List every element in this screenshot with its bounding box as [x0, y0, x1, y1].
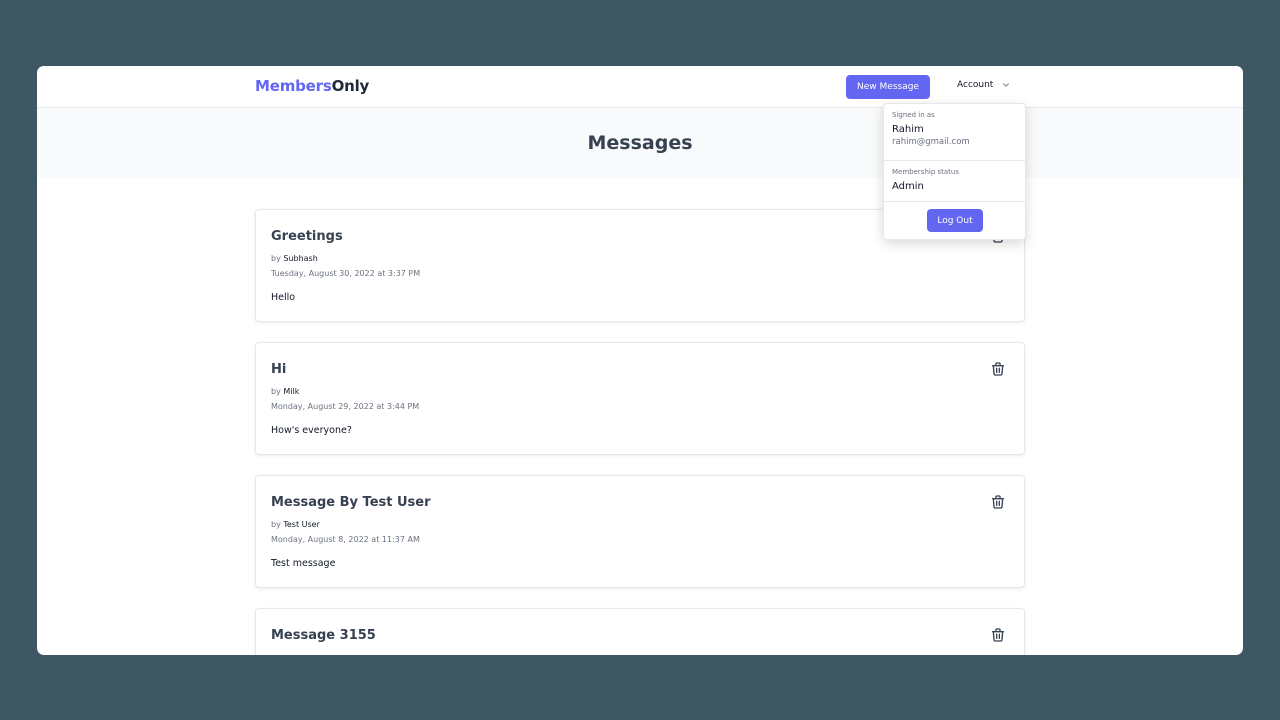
message-date: Tuesday, August 30, 2022 at 3:37 PM: [271, 269, 421, 278]
trash-icon[interactable]: [990, 494, 1006, 510]
message-title: Message By Test User: [271, 495, 431, 510]
logo-part-only: Only: [331, 77, 370, 95]
app-logo[interactable]: MembersOnly: [255, 77, 369, 95]
page-title: Messages: [587, 132, 693, 154]
membership-section: Membership status Admin: [884, 161, 1025, 202]
message-date: Monday, August 8, 2022 at 11:37 AM: [271, 535, 420, 544]
logo-part-members: Members: [255, 77, 332, 95]
message-date: Monday, August 29, 2022 at 3:44 PM: [271, 402, 420, 411]
message-author-line: by Subhash: [271, 254, 318, 263]
by-label: by: [271, 520, 281, 529]
chevron-down-icon: [1003, 83, 1010, 87]
message-card: Message By Test User by Test User Monday…: [255, 475, 1025, 588]
new-message-button[interactable]: New Message: [846, 75, 930, 99]
message-author-line: by Milk: [271, 387, 299, 396]
message-author: Subhash: [283, 254, 318, 263]
trash-icon[interactable]: [990, 361, 1006, 377]
trash-icon[interactable]: [990, 627, 1006, 643]
message-title: Hi: [271, 362, 287, 377]
page-header: Messages: [37, 108, 1243, 178]
signed-in-label: Signed in as: [892, 111, 935, 119]
logout-button[interactable]: Log Out: [927, 209, 983, 232]
message-body: Test message: [271, 558, 336, 569]
message-title: Message 3155: [271, 628, 376, 643]
by-label: by: [271, 387, 281, 396]
message-title: Greetings: [271, 229, 343, 244]
message-card: Hi by Milk Monday, August 29, 2022 at 3:…: [255, 342, 1025, 455]
account-dropdown: Signed in as Rahim rahim@gmail.com Membe…: [883, 103, 1026, 240]
message-author: Test User: [283, 520, 320, 529]
signed-in-section: Signed in as Rahim rahim@gmail.com: [884, 104, 1025, 161]
navbar: MembersOnly New Message Account: [37, 66, 1243, 108]
message-body: Hello: [271, 292, 296, 303]
user-name: Rahim: [892, 124, 924, 135]
account-label: Account: [957, 80, 994, 90]
user-email: rahim@gmail.com: [892, 137, 970, 147]
membership-status: Admin: [892, 181, 924, 192]
message-author: Milk: [283, 387, 300, 396]
message-card: Message 3155: [255, 608, 1025, 655]
message-body: How's everyone?: [271, 425, 352, 436]
account-menu-toggle[interactable]: Account: [957, 80, 1010, 90]
by-label: by: [271, 254, 281, 263]
message-author-line: by Test User: [271, 520, 320, 529]
browser-window: MembersOnly New Message Account Messages…: [37, 66, 1243, 655]
membership-label: Membership status: [892, 168, 959, 176]
